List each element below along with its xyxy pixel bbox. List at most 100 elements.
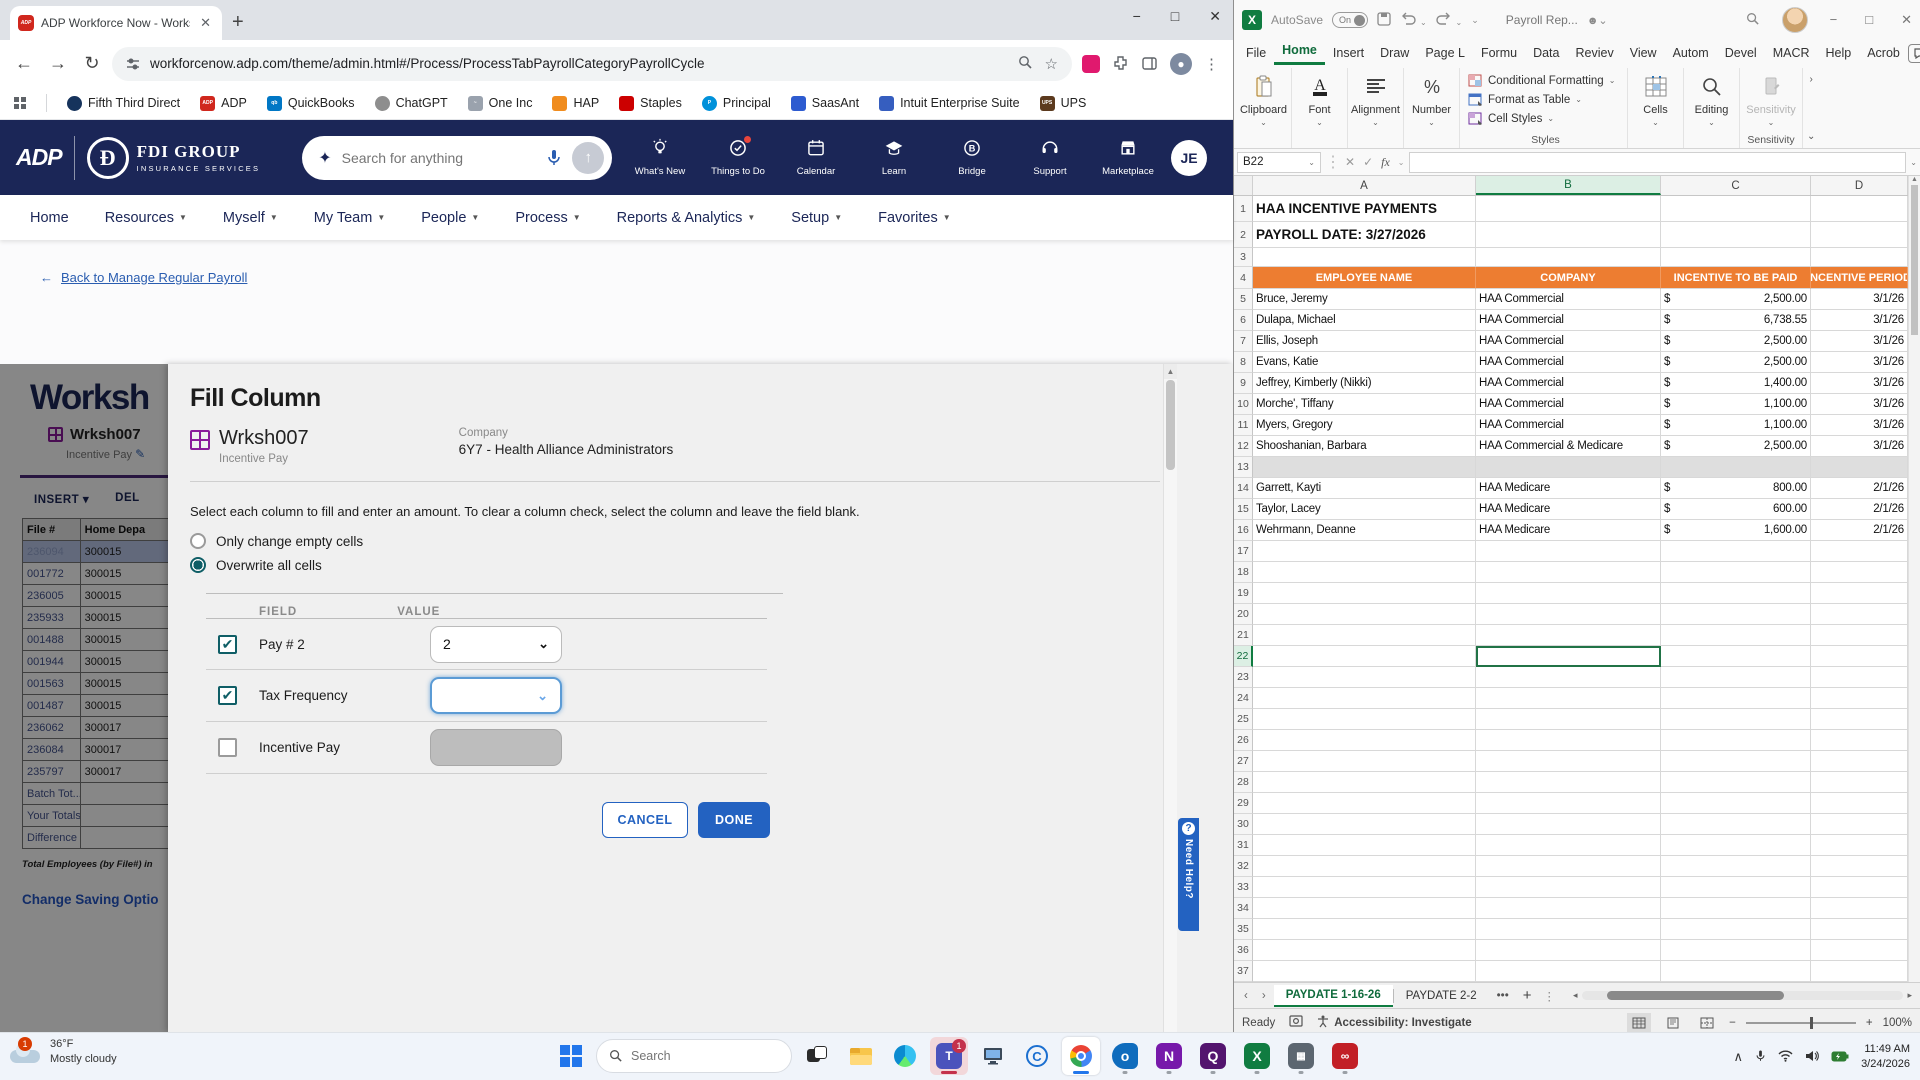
column-header-D[interactable]: D <box>1811 176 1908 195</box>
bookmark-star-icon[interactable]: ☆ <box>1045 55 1058 73</box>
cell-C5[interactable]: $2,500.00 <box>1661 289 1811 310</box>
calculator-icon[interactable]: ▦ <box>1282 1037 1320 1075</box>
cell-B20[interactable] <box>1476 604 1661 625</box>
cell-D6[interactable]: 3/1/26 <box>1811 310 1908 331</box>
pay-2-select[interactable]: 2⌄ <box>430 626 562 663</box>
row-header-13[interactable]: 13 <box>1234 457 1253 478</box>
row-header-22[interactable]: 22 <box>1234 646 1253 667</box>
cell-A34[interactable] <box>1253 898 1476 919</box>
cell-A18[interactable] <box>1253 562 1476 583</box>
tray-microphone-icon[interactable] <box>1755 1049 1766 1066</box>
row-header-12[interactable]: 12 <box>1234 436 1253 457</box>
cell-C15[interactable]: $600.00 <box>1661 499 1811 520</box>
cell-D31[interactable] <box>1811 835 1908 856</box>
site-settings-icon[interactable] <box>126 57 140 71</box>
cell-A28[interactable] <box>1253 772 1476 793</box>
grid-vertical-scrollbar[interactable]: ▲ <box>1908 176 1920 982</box>
bookmark-item[interactable]: UPSUPS <box>1040 96 1087 111</box>
nav-item-resources[interactable]: Resources▼ <box>105 210 187 226</box>
cell-D16[interactable]: 2/1/26 <box>1811 520 1908 541</box>
modal-scrollbar[interactable]: ▲ <box>1163 364 1177 1032</box>
nav-item-reports-analytics[interactable]: Reports & Analytics▼ <box>617 210 756 226</box>
edge-icon[interactable] <box>886 1037 924 1075</box>
cell-D15[interactable]: 2/1/26 <box>1811 499 1908 520</box>
page-break-view-icon[interactable] <box>1695 1013 1719 1033</box>
header-item-marketplace[interactable]: Marketplace <box>1099 138 1157 177</box>
account-avatar[interactable] <box>1782 7 1808 33</box>
bookmark-item[interactable]: Fifth Third Direct <box>67 96 180 111</box>
taskbar-search[interactable] <box>596 1039 792 1073</box>
format-as-table-button[interactable]: Format as Table⌄ <box>1468 90 1623 109</box>
row-header-21[interactable]: 21 <box>1234 625 1253 646</box>
zoom-level[interactable]: 100% <box>1883 1017 1912 1029</box>
cell-A21[interactable] <box>1253 625 1476 646</box>
apps-grid-icon[interactable] <box>14 97 26 109</box>
cell-A5[interactable]: Bruce, Jeremy <box>1253 289 1476 310</box>
cell-B5[interactable]: HAA Commercial <box>1476 289 1661 310</box>
adp-search-input[interactable] <box>342 150 537 166</box>
clock[interactable]: 11:49 AM 3/24/2026 <box>1861 1042 1910 1072</box>
cell-A26[interactable] <box>1253 730 1476 751</box>
cell-D12[interactable]: 3/1/26 <box>1811 436 1908 457</box>
cell-A24[interactable] <box>1253 688 1476 709</box>
cell-A3[interactable] <box>1253 248 1476 267</box>
onenote-icon[interactable]: N <box>1150 1037 1188 1075</box>
microphone-icon[interactable] <box>546 149 562 167</box>
name-box[interactable]: B22⌄ <box>1237 152 1321 173</box>
macro-record-icon[interactable] <box>1289 1015 1303 1030</box>
row-header-33[interactable]: 33 <box>1234 877 1253 898</box>
cell-D8[interactable]: 3/1/26 <box>1811 352 1908 373</box>
nav-item-favorites[interactable]: Favorites▼ <box>878 210 951 226</box>
bookmark-item[interactable]: PPrincipal <box>702 96 771 111</box>
cell-A27[interactable] <box>1253 751 1476 772</box>
cell-A20[interactable] <box>1253 604 1476 625</box>
cell-D30[interactable] <box>1811 814 1908 835</box>
cell-B7[interactable]: HAA Commercial <box>1476 331 1661 352</box>
cell-D34[interactable] <box>1811 898 1908 919</box>
user-avatar[interactable]: JE <box>1171 140 1207 176</box>
row-header-25[interactable]: 25 <box>1234 709 1253 730</box>
bookmark-item[interactable]: ADPADP <box>200 96 247 111</box>
cell-C33[interactable] <box>1661 877 1811 898</box>
cell-B2[interactable] <box>1476 222 1661 248</box>
cell-B3[interactable] <box>1476 248 1661 267</box>
wifi-icon[interactable] <box>1778 1050 1793 1065</box>
cell-A35[interactable] <box>1253 919 1476 940</box>
weather-widget[interactable]: 1 36°F Mostly cloudy <box>10 1037 117 1067</box>
cell-A4[interactable]: EMPLOYEE NAME <box>1253 267 1476 289</box>
cell-D29[interactable] <box>1811 793 1908 814</box>
cell-C6[interactable]: $6,738.55 <box>1661 310 1811 331</box>
cell-C8[interactable]: $2,500.00 <box>1661 352 1811 373</box>
adp-logo[interactable]: ADP <box>16 144 62 171</box>
q-app-icon[interactable]: Q <box>1194 1037 1232 1075</box>
cell-B10[interactable]: HAA Commercial <box>1476 394 1661 415</box>
ribbon-group-font[interactable]: AFont⌄ <box>1292 68 1348 148</box>
scroll-up-icon[interactable]: ▲ <box>1164 364 1177 379</box>
table-row[interactable]: 001487300015 <box>23 695 168 717</box>
ribbon-tab-formu[interactable]: Formu <box>1473 43 1525 65</box>
cell-D21[interactable] <box>1811 625 1908 646</box>
excel-maximize-button[interactable]: □ <box>1865 12 1873 28</box>
ribbon-tab-home[interactable]: Home <box>1274 40 1325 65</box>
row-header-5[interactable]: 5 <box>1234 289 1253 310</box>
cell-D3[interactable] <box>1811 248 1908 267</box>
share-person-icon[interactable]: ☻⌄ <box>1587 14 1608 27</box>
extensions-puzzle-icon[interactable] <box>1112 55 1129 72</box>
table-row[interactable]: 236094300015 <box>23 541 168 563</box>
row-header-15[interactable]: 15 <box>1234 499 1253 520</box>
table-row[interactable]: 001772300015 <box>23 563 168 585</box>
cell-B21[interactable] <box>1476 625 1661 646</box>
cell-C7[interactable]: $2,500.00 <box>1661 331 1811 352</box>
cell-C26[interactable] <box>1661 730 1811 751</box>
cell-B24[interactable] <box>1476 688 1661 709</box>
cell-C31[interactable] <box>1661 835 1811 856</box>
cell-B27[interactable] <box>1476 751 1661 772</box>
header-item-support[interactable]: Support <box>1021 138 1079 177</box>
nav-item-home[interactable]: Home <box>30 210 69 226</box>
cell-C32[interactable] <box>1661 856 1811 877</box>
cell-B35[interactable] <box>1476 919 1661 940</box>
formula-input[interactable] <box>1409 152 1907 173</box>
cell-C2[interactable] <box>1661 222 1811 248</box>
autosave-toggle[interactable]: On <box>1332 12 1368 28</box>
search-submit-icon[interactable]: ↑ <box>572 142 604 174</box>
